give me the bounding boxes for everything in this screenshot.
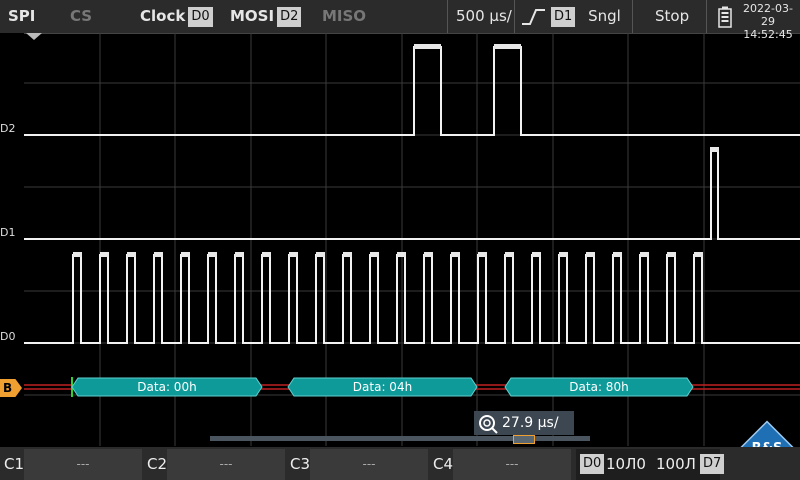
c4-label[interactable]: C4 — [429, 449, 453, 480]
level-marker — [494, 44, 521, 49]
level-marker — [532, 252, 541, 257]
clock-source-tag: D0 — [188, 6, 213, 27]
trigger-source-tag: D1 — [551, 6, 576, 27]
trace-d0 — [24, 254, 800, 344]
traces: Data: 00h Data: 04h Data: 80h — [24, 33, 800, 397]
bus-frame-label: Data: 04h — [353, 380, 412, 394]
bus-frame-label: Data: 80h — [569, 380, 628, 394]
clock-config[interactable]: Clock D0 — [140, 0, 213, 33]
separator — [706, 0, 707, 33]
level-marker — [694, 252, 703, 257]
logic-pattern-a: 10Л0 — [606, 455, 646, 473]
trace-d2 — [24, 46, 800, 136]
logic-end-tag: D7 — [700, 454, 725, 474]
timebase-readout[interactable]: 500 µs/ — [456, 0, 512, 33]
level-marker — [613, 252, 622, 257]
trigger-position-marker — [26, 33, 42, 40]
top-bar: SPI CS Clock D0 MOSI D2 MISO 500 µs/ D1 Sn… — [0, 0, 800, 41]
zoom-value: 27.9 µs/ — [502, 415, 559, 431]
level-marker — [181, 252, 190, 257]
separator — [632, 0, 633, 33]
trigger-config[interactable]: D1 Sngl — [520, 0, 630, 33]
miso-label[interactable]: MISO — [322, 0, 366, 33]
level-marker — [100, 252, 109, 257]
level-marker — [397, 252, 406, 257]
c4-value: --- — [505, 457, 519, 471]
level-marker — [505, 252, 514, 257]
separator — [447, 0, 448, 33]
bus-frame-label: Data: 00h — [137, 380, 196, 394]
trigger-mode: Sngl — [588, 7, 621, 25]
logic-start-tag: D0 — [580, 454, 605, 474]
level-marker — [235, 252, 244, 257]
level-marker — [154, 252, 163, 257]
level-marker — [370, 252, 379, 257]
level-marker — [414, 44, 441, 49]
level-marker — [667, 252, 676, 257]
c1-value: --- — [76, 457, 90, 471]
channel-label-d2[interactable]: D2 — [0, 122, 22, 136]
zoom-scroll-thumb[interactable] — [513, 435, 535, 444]
battery-icon — [718, 6, 732, 32]
date-text: 2022-03-29 — [743, 2, 793, 28]
mosi-source-tag: D2 — [277, 6, 302, 27]
mosi-label: MOSI — [230, 7, 275, 25]
level-marker — [478, 252, 487, 257]
c2-value: --- — [219, 457, 233, 471]
logic-pattern-b: 100Л — [656, 455, 696, 473]
trace-d1 — [24, 149, 800, 240]
level-marker — [640, 252, 649, 257]
protocol-label[interactable]: SPI — [8, 0, 35, 33]
mosi-config[interactable]: MOSI D2 — [230, 0, 302, 33]
c2-label[interactable]: C2 — [143, 449, 167, 480]
rising-edge-icon — [522, 8, 545, 25]
cs-label[interactable]: CS — [70, 0, 92, 33]
level-marker — [343, 252, 352, 257]
separator — [514, 0, 515, 33]
level-marker — [262, 252, 271, 257]
level-marker — [208, 252, 217, 257]
clock-label: Clock — [140, 7, 186, 25]
zoom-icon — [478, 414, 498, 438]
channel-label-d0[interactable]: D0 — [0, 330, 22, 344]
level-marker — [424, 252, 433, 257]
c3-label[interactable]: C3 — [286, 449, 310, 480]
level-marker — [451, 252, 460, 257]
waveform-display[interactable]: Data: 00h Data: 04h Data: 80h — [24, 33, 800, 446]
level-marker — [73, 252, 82, 257]
level-marker — [710, 147, 719, 152]
level-marker — [559, 252, 568, 257]
c1-label[interactable]: C1 — [0, 449, 24, 480]
level-marker — [127, 252, 136, 257]
logic-status[interactable]: D0 10Л0 100Л D7 — [576, 449, 725, 480]
run-stop-button[interactable]: Stop — [655, 0, 689, 33]
level-marker — [586, 252, 595, 257]
level-marker — [316, 252, 325, 257]
c3-value: --- — [362, 457, 376, 471]
level-marker — [289, 252, 298, 257]
channel-label-d1[interactable]: D1 — [0, 226, 22, 240]
